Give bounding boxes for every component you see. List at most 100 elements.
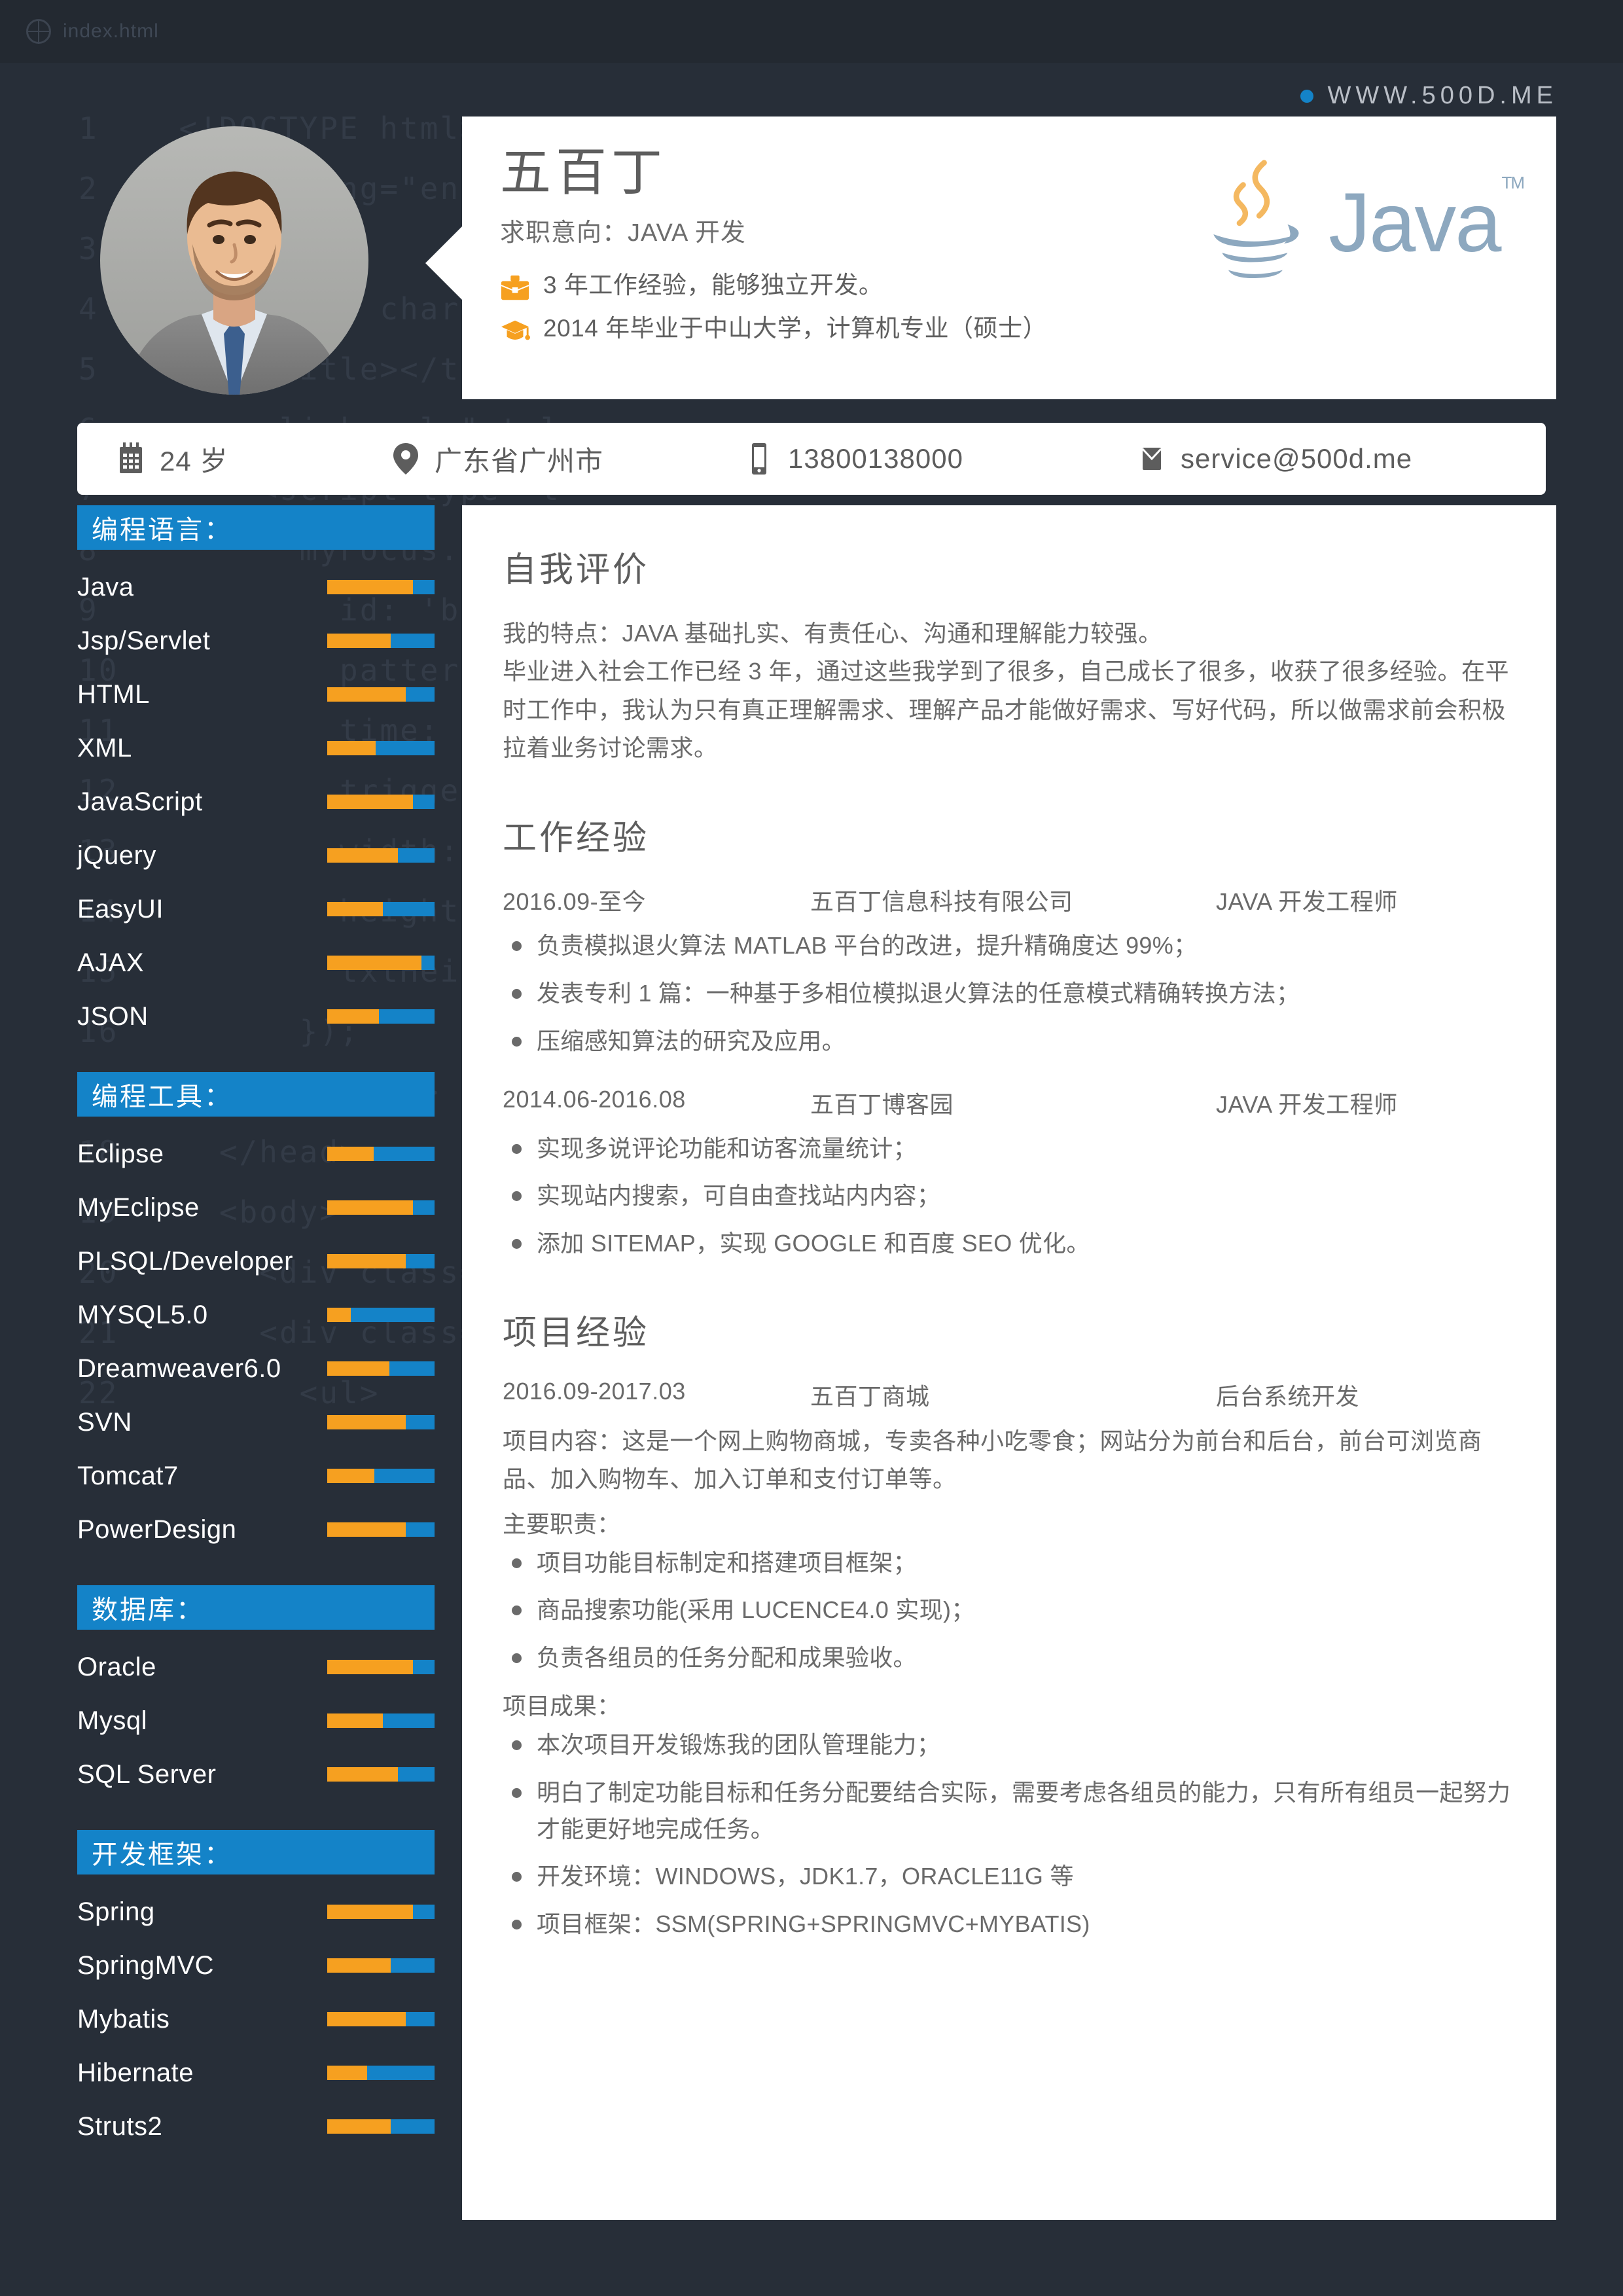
skill-group-title: 开发框架： bbox=[77, 1830, 435, 1874]
skill-level-bar bbox=[327, 1009, 435, 1024]
project-date: 2016.09-2017.03 bbox=[503, 1378, 686, 1405]
list-item: 实现多说评论功能和访客流量统计； bbox=[503, 1130, 1516, 1167]
list-item: 项目框架：SSM(SPRING+SPRINGMVC+MYBATIS) bbox=[503, 1906, 1516, 1943]
list-item: 开发环境：WINDOWS，JDK1.7，ORACLE11G 等 bbox=[503, 1858, 1516, 1895]
list-item: 压缩感知算法的研究及应用。 bbox=[503, 1023, 1516, 1060]
skill-row: PowerDesign bbox=[77, 1503, 435, 1556]
skill-level-bar bbox=[327, 1713, 435, 1728]
skill-group: 编程语言： Java Jsp/Servlet HTML XML JavaScript jQu… bbox=[77, 505, 435, 1043]
job-date: 2016.09-至今 bbox=[503, 888, 647, 916]
job-role: JAVA 开发工程师 bbox=[1216, 1090, 1398, 1118]
skill-level-bar bbox=[327, 795, 435, 809]
skill-row: AJAX bbox=[77, 936, 435, 990]
skill-level-bar bbox=[327, 2119, 435, 2134]
skill-label: JavaScript bbox=[77, 787, 203, 816]
skill-label: SQL Server bbox=[77, 1759, 217, 1789]
skill-level-bar bbox=[327, 1958, 435, 1973]
skill-group-title: 数据库： bbox=[77, 1585, 435, 1630]
skill-level-fill bbox=[327, 1905, 414, 1919]
skill-level-bar bbox=[327, 1905, 435, 1919]
skill-level-bar bbox=[327, 1254, 435, 1268]
resume-page: 1 <!DOCTYPE html> 2 <html lang="en"> 3 <… bbox=[0, 0, 1623, 2296]
job-organization: 五百丁博客园 bbox=[810, 1090, 954, 1118]
project-header: 2016.09-2017.03 五百丁商城 后台系统开发 bbox=[503, 1378, 1516, 1412]
skill-level-bar bbox=[327, 2012, 435, 2026]
skill-group-title: 编程工具： bbox=[77, 1072, 435, 1117]
skill-label: JSON bbox=[77, 1001, 149, 1031]
watermark-text: WWW.500D.ME bbox=[1327, 82, 1558, 109]
skill-row: Dreamweaver6.0 bbox=[77, 1342, 435, 1395]
skill-level-fill bbox=[327, 1660, 414, 1674]
skill-row: HTML bbox=[77, 668, 435, 721]
contact-phone-value: 13800138000 bbox=[788, 443, 963, 474]
skill-level-bar bbox=[327, 1147, 435, 1161]
skill-level-fill bbox=[327, 956, 422, 970]
skill-label: Spring bbox=[77, 1897, 155, 1926]
experience-badge-text: 3 年工作经验，能够独立开发。 bbox=[543, 272, 883, 298]
skill-label: MYSQL5.0 bbox=[77, 1300, 208, 1329]
skill-label: HTML bbox=[77, 679, 150, 709]
skill-level-fill bbox=[327, 1200, 414, 1215]
location-pin-icon bbox=[393, 443, 418, 475]
skill-label: jQuery bbox=[77, 840, 156, 870]
list-item: 项目功能目标制定和搭建项目框架； bbox=[503, 1545, 1516, 1581]
skill-level-bar bbox=[327, 956, 435, 970]
java-wordmark-text: Java bbox=[1329, 176, 1501, 270]
work-experience-entry: 2014.06-2016.08 五百丁博客园 JAVA 开发工程师 实现多说评论… bbox=[503, 1086, 1516, 1262]
project-role: 后台系统开发 bbox=[1216, 1383, 1360, 1410]
contact-age: 24 岁 bbox=[116, 439, 391, 479]
mobile-phone-icon bbox=[752, 443, 766, 475]
skill-label: PLSQL/Developer bbox=[77, 1246, 293, 1276]
job-date: 2014.06-2016.08 bbox=[503, 1085, 686, 1113]
skill-level-fill bbox=[327, 1522, 406, 1537]
skill-row: JSON bbox=[77, 990, 435, 1043]
skill-label: Hibernate bbox=[77, 2058, 194, 2087]
skill-level-fill bbox=[327, 1469, 375, 1483]
contact-phone: 13800138000 bbox=[745, 442, 1137, 476]
skill-row: SVN bbox=[77, 1395, 435, 1449]
skill-level-bar bbox=[327, 902, 435, 916]
skill-level-fill bbox=[327, 902, 383, 916]
project-organization: 五百丁商城 bbox=[810, 1383, 930, 1410]
skill-label: Mysql bbox=[77, 1706, 147, 1735]
skill-row: MyEclipse bbox=[77, 1181, 435, 1234]
skill-label: EasyUI bbox=[77, 894, 164, 924]
editor-filename: index.html bbox=[63, 20, 159, 42]
skill-row: Java bbox=[77, 560, 435, 614]
contact-location: 广东省广州市 bbox=[391, 439, 745, 479]
skill-row: Oracle bbox=[77, 1640, 435, 1694]
skill-label: Oracle bbox=[77, 1652, 156, 1681]
skill-row: Spring bbox=[77, 1885, 435, 1939]
skill-level-bar bbox=[327, 741, 435, 755]
contact-bar: 24 岁 广东省广州市 13800138000 service@500d.me bbox=[77, 423, 1546, 495]
skill-row: SpringMVC bbox=[77, 1939, 435, 1992]
skill-level-bar bbox=[327, 2066, 435, 2080]
skill-level-fill bbox=[327, 1361, 390, 1376]
trademark-symbol: TM bbox=[1501, 173, 1525, 193]
skill-group: 编程工具： Eclipse MyEclipse PLSQL/Developer MYSQ… bbox=[77, 1072, 435, 1556]
skill-level-fill bbox=[327, 1147, 374, 1161]
job-bullet-list: 负责模拟退火算法 MATLAB 平台的改进，提升精确度达 99%； 发表专利 1… bbox=[503, 927, 1516, 1059]
calendar-icon bbox=[120, 442, 142, 473]
project-results-list: 本次项目开发锻炼我的团队管理能力； 明白了制定功能目标和任务分配要结合实际，需要… bbox=[503, 1727, 1516, 1943]
skill-level-fill bbox=[327, 848, 399, 863]
list-item: 负责各组员的任务分配和成果验收。 bbox=[503, 1640, 1516, 1676]
job-organization: 五百丁信息科技有限公司 bbox=[810, 888, 1073, 916]
project-entry: 2016.09-2017.03 五百丁商城 后台系统开发 项目内容：这是一个网上… bbox=[503, 1378, 1516, 1943]
self-evaluation-paragraph-2: 毕业进入社会工作已经 3 年，通过这些我学到了很多，自己成长了很多，收获了很多经… bbox=[503, 658, 1510, 761]
list-item: 实现站内搜索，可自由查找站内内容； bbox=[503, 1177, 1516, 1214]
skill-level-bar bbox=[327, 1469, 435, 1483]
list-item: 负责模拟退火算法 MATLAB 平台的改进，提升精确度达 99%； bbox=[503, 927, 1516, 964]
main-content-panel: 自我评价 我的特点：JAVA 基础扎实、有责任心、沟通和理解能力较强。 毕业进入… bbox=[462, 505, 1556, 2220]
contact-email-value: service@500d.me bbox=[1181, 443, 1413, 474]
skill-level-bar bbox=[327, 848, 435, 863]
briefcase-icon bbox=[501, 275, 529, 300]
skill-level-bar bbox=[327, 1415, 435, 1429]
skill-row: Eclipse bbox=[77, 1127, 435, 1181]
skill-level-fill bbox=[327, 1767, 399, 1782]
skill-row: Struts2 bbox=[77, 2100, 435, 2153]
skill-level-bar bbox=[327, 1361, 435, 1376]
skill-label: SVN bbox=[77, 1407, 132, 1437]
education-badge-text: 2014 年毕业于中山大学，计算机专业（硕士） bbox=[543, 315, 1048, 342]
skill-row: Mybatis bbox=[77, 1992, 435, 2046]
